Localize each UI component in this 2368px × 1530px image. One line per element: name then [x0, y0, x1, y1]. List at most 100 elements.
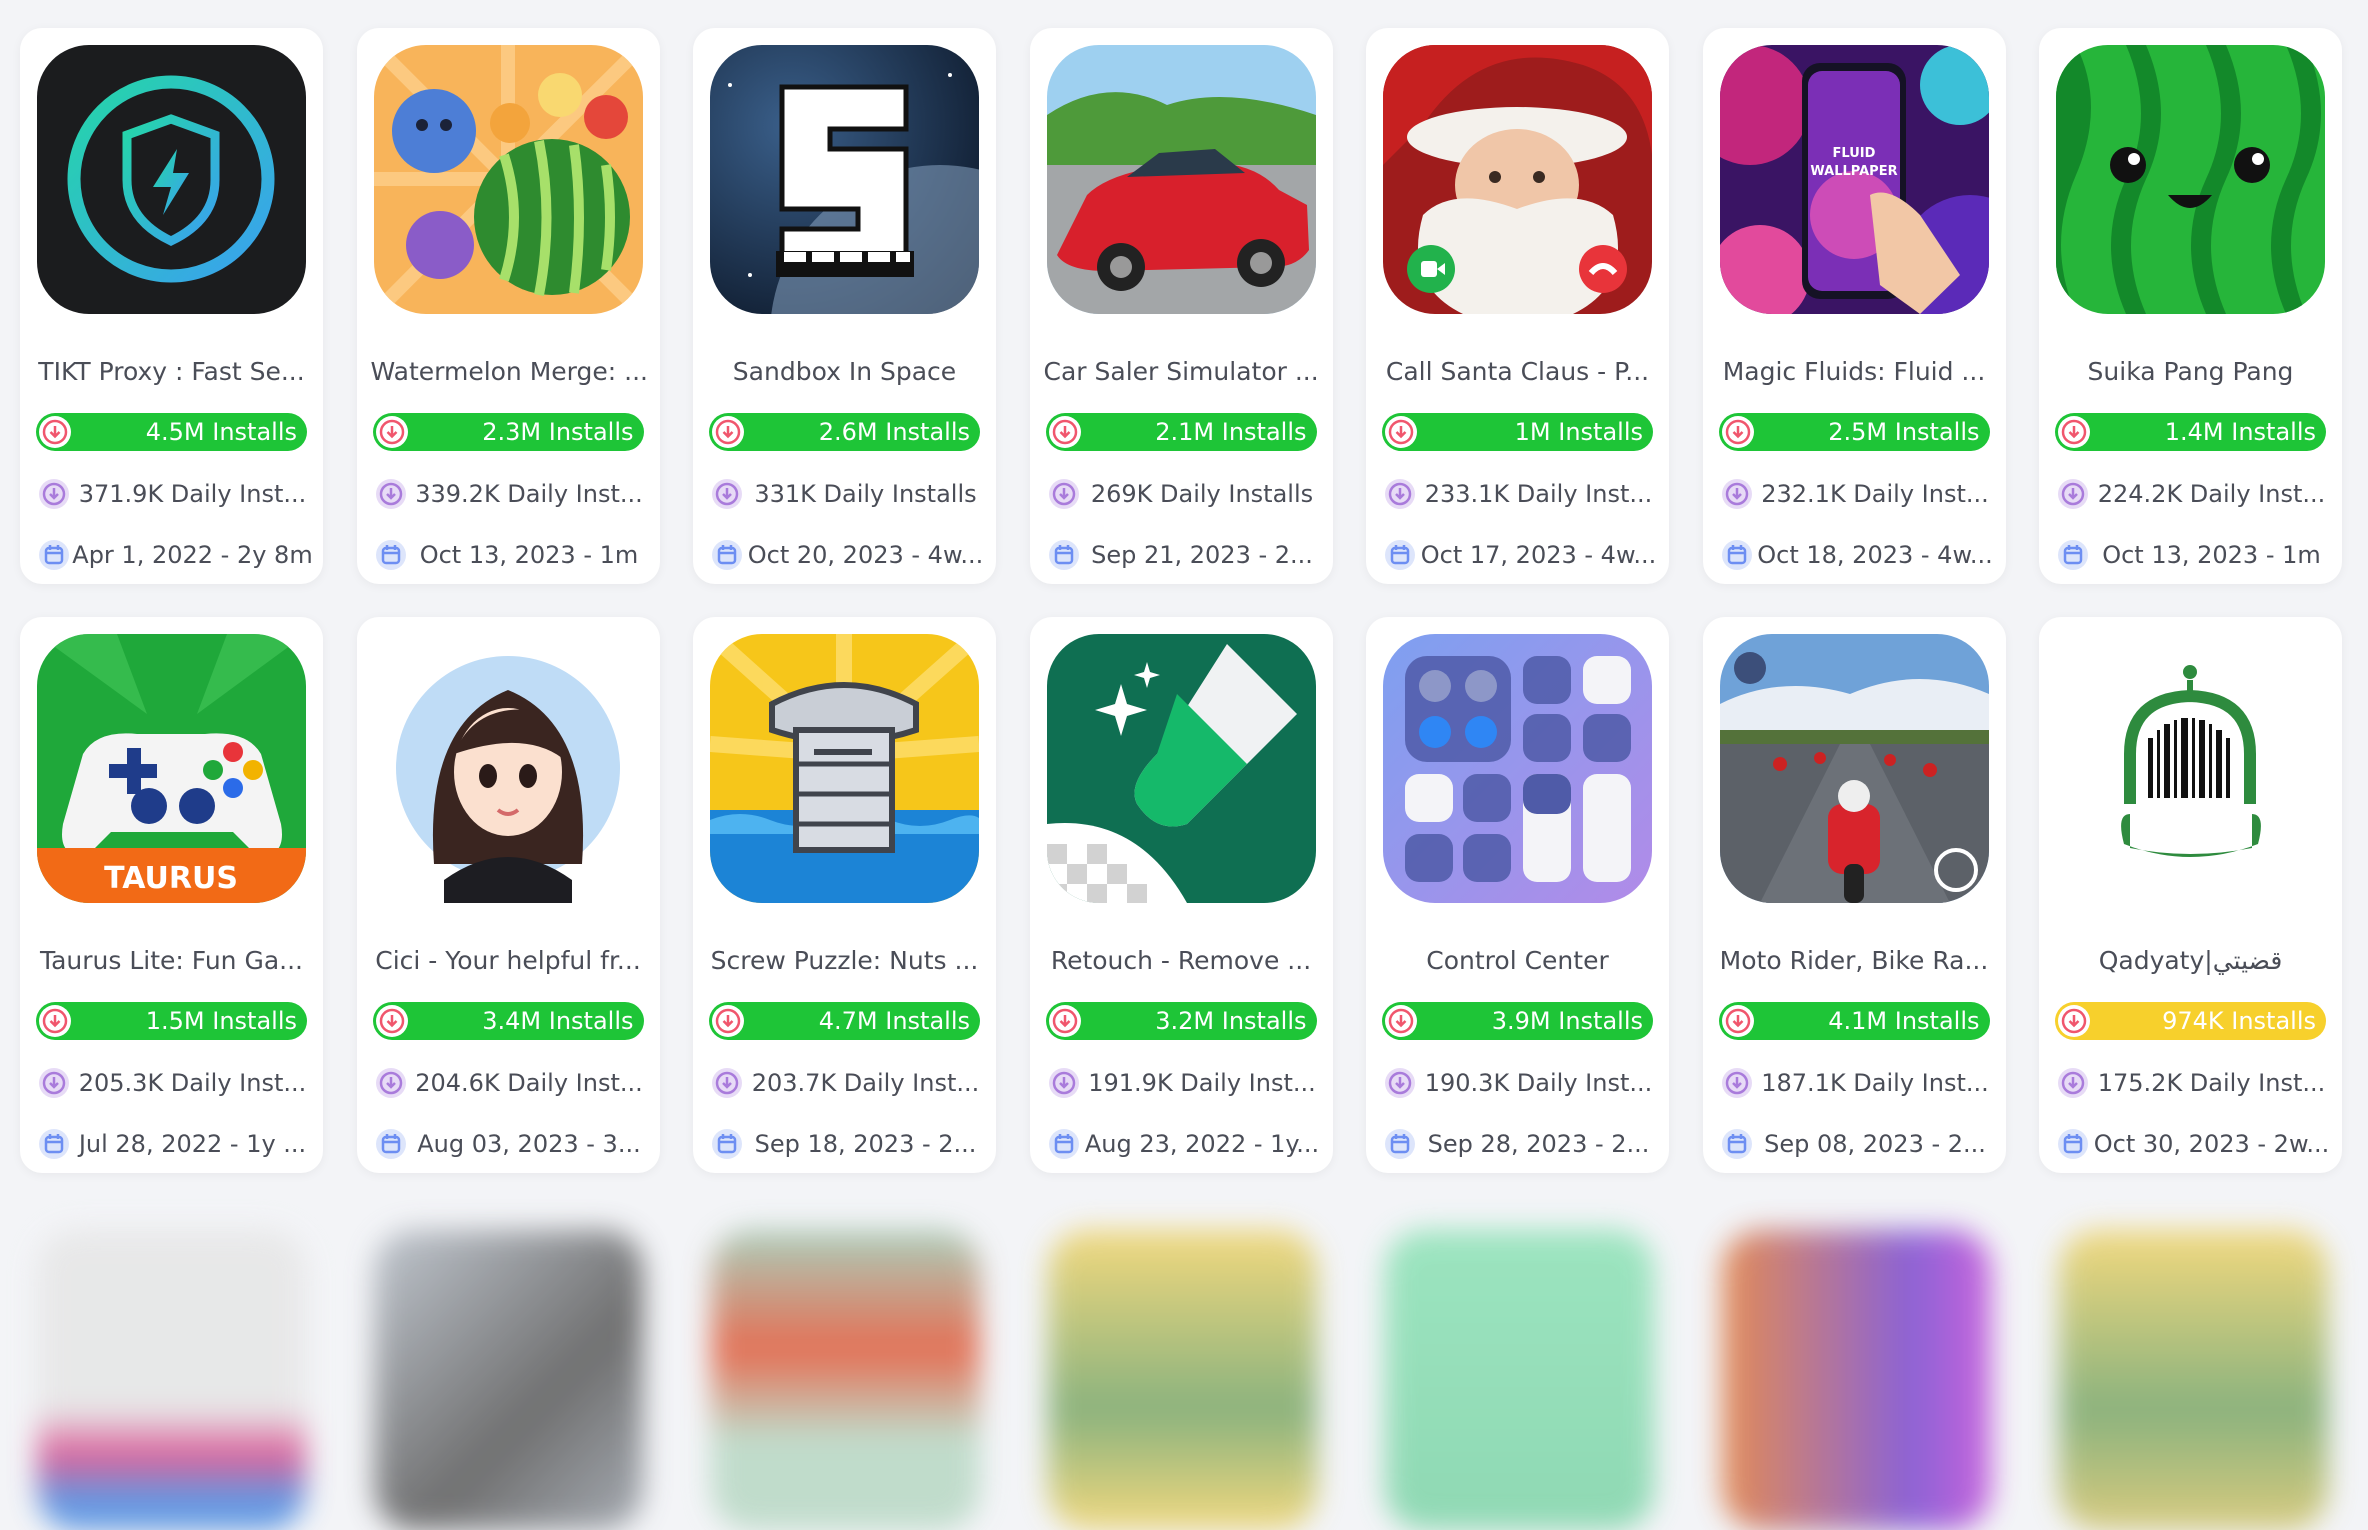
calendar-icon — [709, 537, 745, 573]
app-card[interactable]: Retouch - Remove ... 3.2M Installs 191.9… — [1029, 617, 1333, 1173]
moto-race-icon — [1719, 634, 1989, 903]
calendar-icon — [2055, 1126, 2091, 1162]
app-name[interactable]: Magic Fluids: Fluid ... — [1717, 354, 1992, 390]
daily-installs: 190.3K Daily Inst... — [1382, 1063, 1659, 1103]
app-card[interactable]: Car Saler Simulator ... 2.1M Installs 26… — [1029, 28, 1333, 584]
download-icon — [39, 1005, 71, 1037]
app-card[interactable]: FLUID WALLPAPER Magic Fluids: Fluid ... … — [1702, 28, 2006, 584]
daily-download-icon — [36, 476, 72, 512]
download-icon — [1385, 416, 1417, 448]
app-card[interactable]: Qadyaty|قضيتي 974K Installs 175.2K Daily… — [2039, 617, 2342, 1173]
fruit-merge-icon — [373, 45, 643, 314]
app-name[interactable]: Cici - Your helpful fr... — [371, 943, 646, 979]
watermelon-face-icon — [2056, 45, 2325, 314]
app-name[interactable]: TIKT Proxy : Fast Se... — [34, 354, 309, 390]
app-card[interactable]: Cici - Your helpful fr... 3.4M Installs … — [356, 617, 660, 1173]
app-card[interactable]: Call Santa Claus - P... 1M Installs 233.… — [1366, 28, 1669, 584]
calendar-icon — [36, 537, 72, 573]
download-icon — [375, 416, 408, 448]
release-date: Sep 18, 2023 - 2... — [709, 1124, 986, 1164]
santa-call-icon — [1383, 45, 1652, 314]
installs-badge: 2.1M Installs — [1045, 413, 1317, 451]
installs-count: 2.5M Installs — [1828, 418, 1980, 446]
app-card[interactable]: Watermelon Merge: ... 2.3M Installs 339.… — [356, 28, 660, 584]
daily-download-icon — [373, 1065, 409, 1101]
calendar-icon — [373, 537, 409, 573]
daily-download-icon — [1046, 476, 1082, 512]
installs-count: 2.1M Installs — [1155, 418, 1307, 446]
gamepad-icon: TAURUS — [37, 634, 306, 903]
calendar-icon — [1382, 537, 1418, 573]
daily-download-icon — [36, 1065, 72, 1101]
daily-download-icon — [709, 1065, 745, 1101]
app-card[interactable]: Suika Pang Pang 1.4M Installs 224.2K Dai… — [2039, 28, 2342, 584]
installs-count: 974K Installs — [2162, 1007, 2316, 1035]
app-card[interactable]: Sandbox In Space 2.6M Installs 331K Dail… — [693, 28, 996, 584]
release-date: Oct 30, 2023 - 2w... — [2055, 1124, 2332, 1164]
download-icon — [39, 416, 71, 448]
release-date: Aug 23, 2022 - 1y... — [1046, 1124, 1323, 1164]
app-name[interactable]: Qadyaty|قضيتي — [2053, 943, 2328, 979]
installs-count: 1.4M Installs — [2164, 418, 2316, 446]
daily-installs: 204.6K Daily Inst... — [373, 1063, 650, 1103]
app-card[interactable]: Control Center 3.9M Installs 190.3K Dail… — [1366, 617, 1669, 1173]
app-card-grid: TIKT Proxy : Fast Se... 4.5M Installs 37… — [20, 28, 2342, 1173]
daily-installs: 339.2K Daily Inst... — [373, 474, 650, 514]
download-icon — [2058, 1005, 2090, 1037]
app-name[interactable]: Sandbox In Space — [707, 354, 982, 390]
release-date: Oct 18, 2023 - 4w... — [1719, 535, 1996, 575]
daily-download-icon — [709, 476, 745, 512]
daily-download-icon — [2055, 1065, 2091, 1101]
daily-download-icon — [1382, 476, 1418, 512]
app-name[interactable]: Suika Pang Pang — [2053, 354, 2328, 390]
app-card[interactable]: Moto Rider, Bike Ra... 4.1M Installs 187… — [1702, 617, 2006, 1173]
download-icon — [2058, 416, 2090, 448]
installs-badge: 1.4M Installs — [2055, 413, 2326, 451]
blurred-card — [711, 1230, 980, 1530]
installs-badge: 2.6M Installs — [709, 413, 980, 451]
app-card[interactable]: Screw Puzzle: Nuts ... 4.7M Installs 203… — [693, 617, 996, 1173]
app-name[interactable]: Car Saler Simulator ... — [1044, 354, 1319, 390]
app-name[interactable]: Watermelon Merge: ... — [371, 354, 646, 390]
installs-count: 3.4M Installs — [482, 1007, 634, 1035]
screw-icon — [710, 634, 979, 903]
blurred-card — [1048, 1230, 1317, 1530]
loading-cards-placeholder — [20, 1200, 2350, 1530]
shield-bolt-icon — [37, 45, 306, 314]
daily-download-icon — [1382, 1065, 1418, 1101]
installs-count: 4.5M Installs — [145, 418, 297, 446]
blurred-card — [1385, 1230, 1654, 1530]
app-card[interactable]: TIKT Proxy : Fast Se... 4.5M Installs 37… — [20, 28, 323, 584]
daily-installs: 191.9K Daily Inst... — [1046, 1063, 1323, 1103]
icon-text-wallpaper: WALLPAPER — [1810, 164, 1897, 179]
app-name[interactable]: Call Santa Claus - P... — [1380, 354, 1655, 390]
release-date: Sep 21, 2023 - 2... — [1046, 535, 1323, 575]
daily-download-icon — [1719, 1065, 1755, 1101]
app-name[interactable]: Taurus Lite: Fun Ga... — [34, 943, 309, 979]
blurred-card — [37, 1230, 306, 1530]
icon-text-taurus: TAURUS — [104, 861, 238, 896]
release-date: Oct 13, 2023 - 1m — [373, 535, 650, 575]
calendar-icon — [1719, 537, 1755, 573]
daily-installs: 232.1K Daily Inst... — [1719, 474, 1996, 514]
installs-count: 1M Installs — [1514, 418, 1643, 446]
installs-count: 3.9M Installs — [1491, 1007, 1643, 1035]
app-name[interactable]: Moto Rider, Bike Ra... — [1717, 943, 1992, 979]
daily-installs: 175.2K Daily Inst... — [2055, 1063, 2332, 1103]
daily-installs: 269K Daily Installs — [1046, 474, 1323, 514]
download-icon — [375, 1005, 408, 1037]
daily-installs: 187.1K Daily Inst... — [1719, 1063, 1996, 1103]
installs-count: 4.7M Installs — [818, 1007, 970, 1035]
daily-download-icon — [373, 476, 409, 512]
red-car-icon — [1046, 45, 1316, 314]
installs-badge: 2.3M Installs — [372, 413, 644, 451]
daily-download-icon — [1046, 1065, 1082, 1101]
app-card[interactable]: TAURUS Taurus Lite: Fun Ga... 1.5M Insta… — [20, 617, 323, 1173]
eraser-icon — [1046, 634, 1316, 903]
app-name[interactable]: Retouch - Remove ... — [1044, 943, 1319, 979]
app-name[interactable]: Control Center — [1380, 943, 1655, 979]
calendar-icon — [1719, 1126, 1755, 1162]
app-name[interactable]: Screw Puzzle: Nuts ... — [707, 943, 982, 979]
release-date: Jul 28, 2022 - 1y ... — [36, 1124, 313, 1164]
installs-count: 3.2M Installs — [1155, 1007, 1307, 1035]
